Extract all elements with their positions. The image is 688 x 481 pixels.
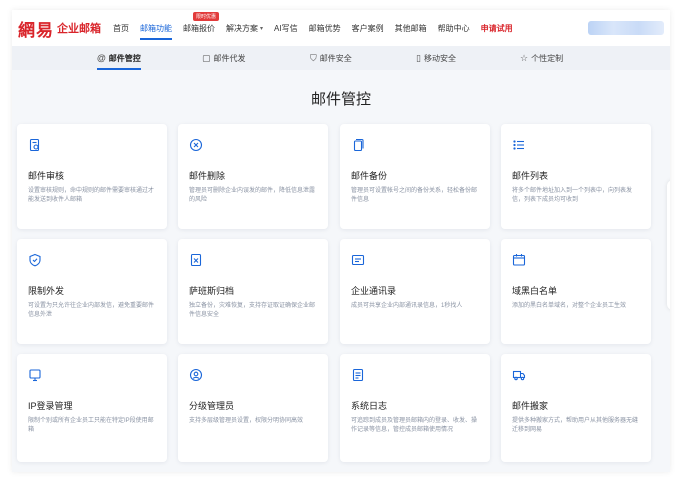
nav-item-label: 其他邮箱 (394, 23, 427, 33)
feature-card-description: 添加的黑白名单域名，对整个企业员工生效 (512, 303, 627, 309)
floating-contact-rail: 电 微 曲 (667, 180, 670, 310)
page-title: 邮件管控 (310, 91, 371, 108)
feature-card[interactable]: 限制外发可设置为只允许往企业内部发信，避免重要邮件信息外泄 (17, 239, 167, 344)
subtab[interactable]: ▯ 移动安全 (416, 46, 456, 70)
subtab-label: 移动安全 (423, 53, 456, 63)
logo-text: 企业邮箱 (57, 23, 101, 35)
user-account-blurred[interactable] (588, 21, 664, 35)
feature-card-description: 成员可共享企业内部通讯录信息，1秒找人 (351, 303, 463, 309)
nav-item-label: 解决方案 (226, 23, 258, 33)
subtab-label: 邮件安全 (319, 53, 352, 63)
apply-trial-button[interactable]: 申请试用 (481, 10, 513, 46)
subtab-icon: @ (97, 53, 106, 63)
nav-item-label: 邮箱优势 (308, 23, 341, 33)
logo[interactable]: 網易 企业邮箱 (18, 16, 101, 41)
feature-card-title: 限制外发 (28, 286, 65, 296)
nav-item[interactable]: AI写信 (274, 10, 298, 46)
subtab-label: 个性定制 (531, 53, 564, 63)
feature-card[interactable]: 邮件删除管理员可删除企业内误发的邮件，降低信息泄露的风险 (178, 124, 328, 229)
nav-item-label: AI写信 (274, 23, 298, 33)
subtab[interactable]: ☆ 个性定制 (520, 46, 563, 70)
nav-item[interactable]: 首页 (113, 10, 129, 46)
feature-card-description: 可追踪到成员及管理员邮箱内的登录、收发、操作记录等信息，管控成员邮箱使用情况 (351, 418, 478, 433)
system-log-icon (352, 368, 364, 382)
feature-card-description: 将多个邮件地址加入到一个列表中，向列表发信，列表下成员均可收到 (512, 188, 633, 203)
feature-card[interactable]: 邮件搬家提供多种搬家方式，帮助用户从其他服务器无缝迁移到网易 (501, 354, 651, 462)
feature-card[interactable]: 邮件审核设置审核规则，命中规则的邮件需要审核通过才能发送到收件人邮箱 (17, 124, 167, 229)
nav-item-label: 帮助中心 (437, 23, 470, 33)
nav-item-label: 邮箱功能 (140, 23, 172, 33)
feature-card[interactable]: 分级管理员支持多层级管理员设置，权限分明协同高效 (178, 354, 328, 462)
contacts-card-icon (351, 254, 365, 266)
logo-mark: 網易 (18, 20, 54, 41)
subtab[interactable]: ▢ 邮件代发 (202, 46, 246, 70)
truck-icon (512, 370, 526, 381)
page-frame: 網易 企业邮箱 首页 邮箱功能 邮箱报价 限时优惠 解决方案 ▾ AI写信 邮箱优势 客户案例其… (12, 10, 670, 472)
feature-card-title: 邮件列表 (512, 171, 549, 181)
feature-card-title: 邮件备份 (351, 171, 388, 181)
feature-card-title: 邮件搬家 (512, 401, 549, 411)
feature-card-description: 限制个别或所有企业员工只能在特定IP段使用邮箱 (28, 418, 154, 433)
subtab-icon: ▯ (416, 52, 421, 63)
subtab[interactable]: ⛉ 邮件安全 (310, 46, 352, 70)
promo-badge: 限时优惠 (193, 12, 220, 21)
feature-card[interactable]: 系统日志可追踪到成员及管理员邮箱内的登录、收发、操作记录等信息，管控成员邮箱使用… (340, 354, 490, 462)
nav-item[interactable]: 帮助中心 (438, 10, 470, 46)
feature-card-description: 管理员可设置帐号之间的备份关系，轻松备份邮件信息 (351, 188, 478, 203)
feature-card-description: 支持多层级管理员设置，权限分明协同高效 (189, 418, 304, 424)
subtab-icon: ☆ (520, 52, 529, 63)
feature-card-description: 设置审核规则，命中规则的邮件需要审核通过才能发送到收件人邮箱 (28, 188, 155, 203)
feature-card-description: 独立备份，灾难恢复，支持存证取证确保企业邮件信息安全 (189, 303, 316, 318)
feature-card-title: 邮件删除 (189, 171, 226, 181)
whitelist-calendar-icon (512, 254, 526, 266)
feature-card-title: 萨班斯归档 (189, 286, 235, 296)
feature-card-title: 企业通讯录 (351, 286, 397, 296)
mail-list-icon (513, 140, 524, 150)
top-navigation: 網易 企业邮箱 首页 邮箱功能 邮箱报价 限时优惠 解决方案 ▾ AI写信 邮箱优势 客户案例其… (12, 10, 670, 46)
nav-item[interactable]: 邮箱报价 限时优惠 (183, 10, 220, 46)
audit-doc-icon (29, 138, 40, 152)
subtab-label: 邮件代发 (213, 53, 246, 63)
nav-item[interactable]: 解决方案 ▾ (226, 10, 263, 46)
chevron-down-icon: ▾ (260, 25, 264, 32)
feature-card-title: 分级管理员 (189, 401, 235, 411)
feature-card[interactable]: 萨班斯归档独立备份，灾难恢复，支持存证取证确保企业邮件信息安全 (178, 239, 328, 344)
feature-card-title: 域黑白名单 (512, 286, 558, 296)
delete-x-icon (189, 138, 203, 152)
feature-card-description: 管理员可删除企业内误发的邮件，降低信息泄露的风险 (189, 188, 316, 203)
feature-subtabs: @ 邮件管控 ▢ 邮件代发 ⛉ 邮件安全 ▯ 移动安全 ☆ 个性定制 (12, 46, 670, 70)
subtab-icon: ▢ (202, 52, 211, 63)
archive-doc-icon (190, 253, 202, 267)
feature-card-description: 提供多种搬家方式，帮助用户从其他服务器无缝迁移到网易 (512, 418, 639, 433)
nav-item-label: 邮箱报价 (183, 23, 215, 33)
feature-card-description: 可设置为只允许往企业内部发信，避免重要邮件信息外泄 (28, 303, 155, 318)
nav-item-label: 客户案例 (351, 23, 384, 33)
feature-card[interactable]: 企业通讯录成员可共享企业内部通讯录信息，1秒找人 (340, 239, 490, 344)
feature-card-title: 系统日志 (351, 401, 388, 411)
feature-card[interactable]: 邮件备份管理员可设置帐号之间的备份关系，轻松备份邮件信息 (340, 124, 490, 229)
feature-card-title: 邮件审核 (28, 171, 65, 181)
nav-item-label: 首页 (113, 23, 129, 33)
shield-icon (29, 253, 41, 267)
nav-items: 首页 邮箱功能 邮箱报价 限时优惠 解决方案 ▾ AI写信 邮箱优势 客户案例 其他邮箱 帮助中心 申… (113, 10, 524, 46)
nav-item[interactable]: 其他邮箱 (395, 10, 427, 46)
feature-card[interactable]: 邮件列表将多个邮件地址加入到一个列表中，向列表发信，列表下成员均可收到 (501, 124, 651, 229)
feature-card[interactable]: IP登录管理限制个别或所有企业员工只能在特定IP段使用邮箱 (17, 354, 167, 462)
admin-user-icon (189, 368, 203, 382)
nav-item[interactable]: 邮箱功能 (140, 10, 172, 46)
backup-copy-icon (353, 138, 364, 152)
nav-item[interactable]: 邮箱优势 (309, 10, 341, 46)
subtab-label: 邮件管控 (108, 53, 141, 63)
nav-item[interactable]: 客户案例 (352, 10, 384, 46)
feature-card-title: IP登录管理 (28, 401, 73, 411)
subtab-icon: ⛉ (310, 52, 317, 63)
ip-monitor-icon (29, 369, 41, 382)
subtab[interactable]: @ 邮件管控 (97, 46, 141, 70)
feature-card[interactable]: 域黑白名单添加的黑白名单域名，对整个企业员工生效 (501, 239, 651, 344)
